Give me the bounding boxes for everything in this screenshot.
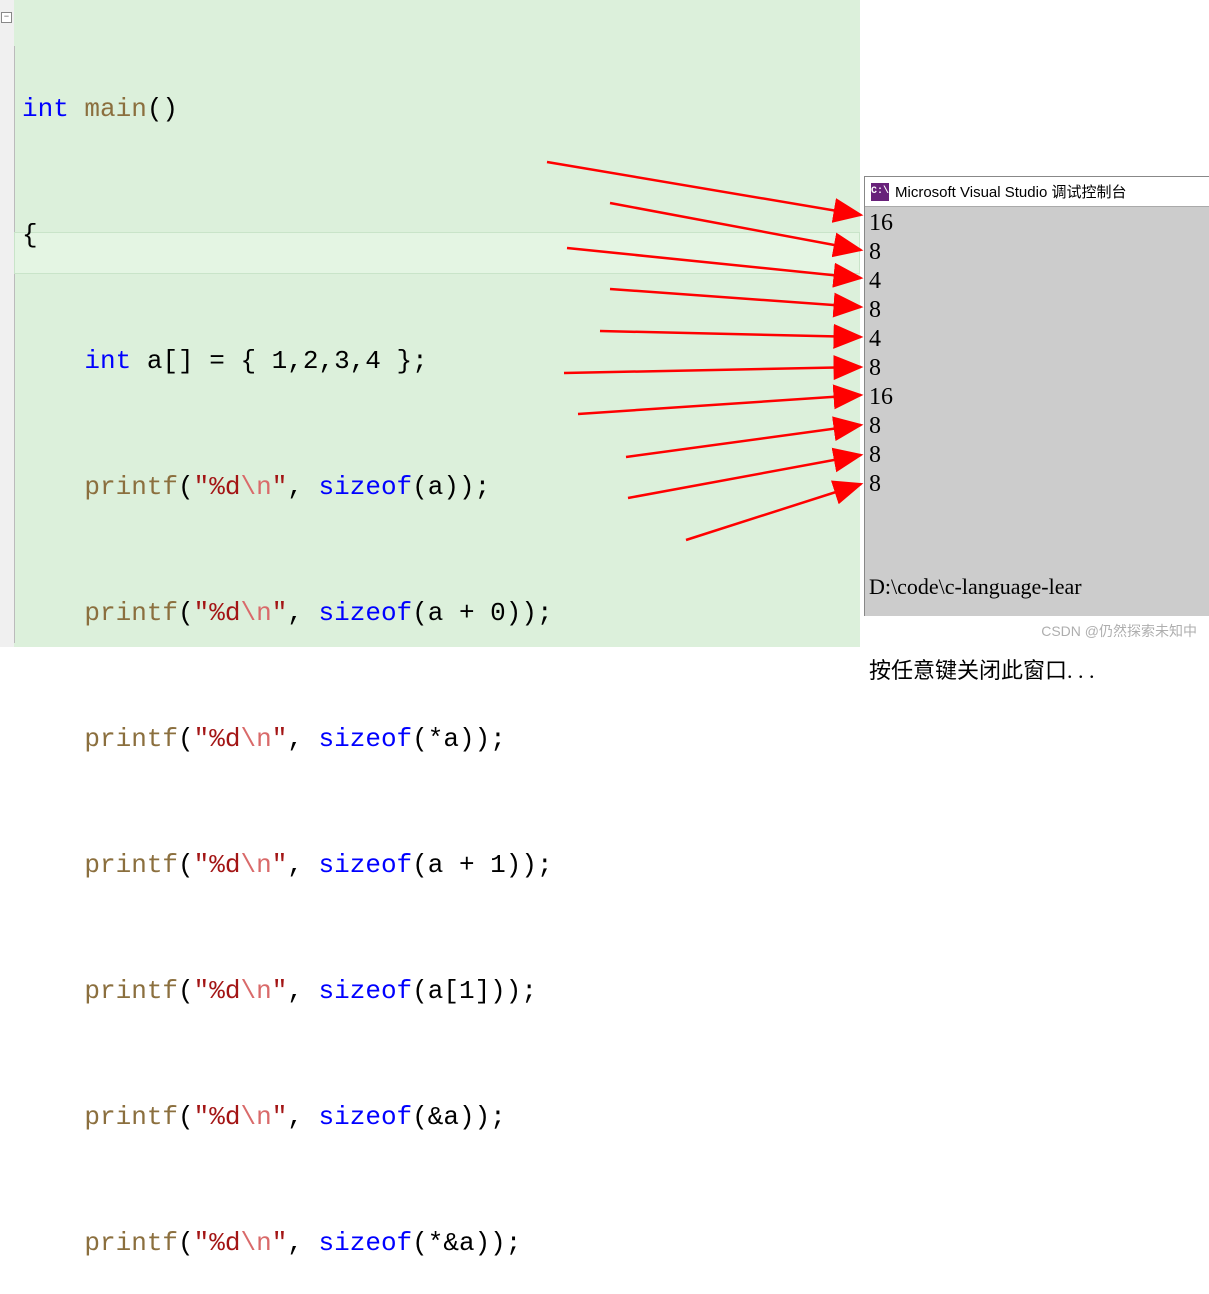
code-line: printf("%d\n", sizeof(a[1])); [22,970,860,1012]
code-line: int a[] = { 1,2,3,4 }; [22,340,860,382]
code-line: printf("%d\n", sizeof(*a)); [22,718,860,760]
output-line: 16 [869,209,1205,238]
code-line: { [22,214,860,256]
watermark-text: CSDN @仍然探索未知中 [1041,621,1197,641]
console-prompt: 按任意键关闭此窗口. . . [869,657,1205,685]
console-titlebar[interactable]: C:\ Microsoft Visual Studio 调试控制台 [865,177,1209,207]
debug-console-window[interactable]: C:\ Microsoft Visual Studio 调试控制台 16 8 4… [864,176,1209,616]
code-line: printf("%d\n", sizeof(a)); [22,466,860,508]
vs-console-icon: C:\ [871,183,889,201]
output-line: 8 [869,470,1205,499]
code-editor[interactable]: − int main() { int a[] = { 1,2,3,4 }; pr… [0,0,860,647]
code-line: printf("%d\n", sizeof(&a)); [22,1096,860,1138]
output-line: 8 [869,296,1205,325]
fold-minus-icon[interactable]: − [1,12,12,23]
output-line: 8 [869,412,1205,441]
output-line: 16 [869,383,1205,412]
code-line: printf("%d\n", sizeof(a + 0)); [22,592,860,634]
output-line: 4 [869,267,1205,296]
output-line: 4 [869,325,1205,354]
code-line: printf("%d\n", sizeof(*&a)); [22,1222,860,1264]
output-line: 8 [869,441,1205,470]
output-line: 8 [869,354,1205,383]
console-title-text: Microsoft Visual Studio 调试控制台 [895,181,1126,202]
code-line: int main() [22,88,860,130]
console-path: D:\code\c-language-lear [869,573,1205,601]
output-line: 8 [869,238,1205,267]
console-output: 16 8 4 8 4 8 16 8 8 8 D:\code\c-language… [865,207,1209,743]
code-content: int main() { int a[] = { 1,2,3,4 }; prin… [22,4,860,1294]
code-line: printf("%d\n", sizeof(a + 1)); [22,844,860,886]
fold-guide-line [14,46,15,643]
editor-gutter: − [0,0,14,647]
